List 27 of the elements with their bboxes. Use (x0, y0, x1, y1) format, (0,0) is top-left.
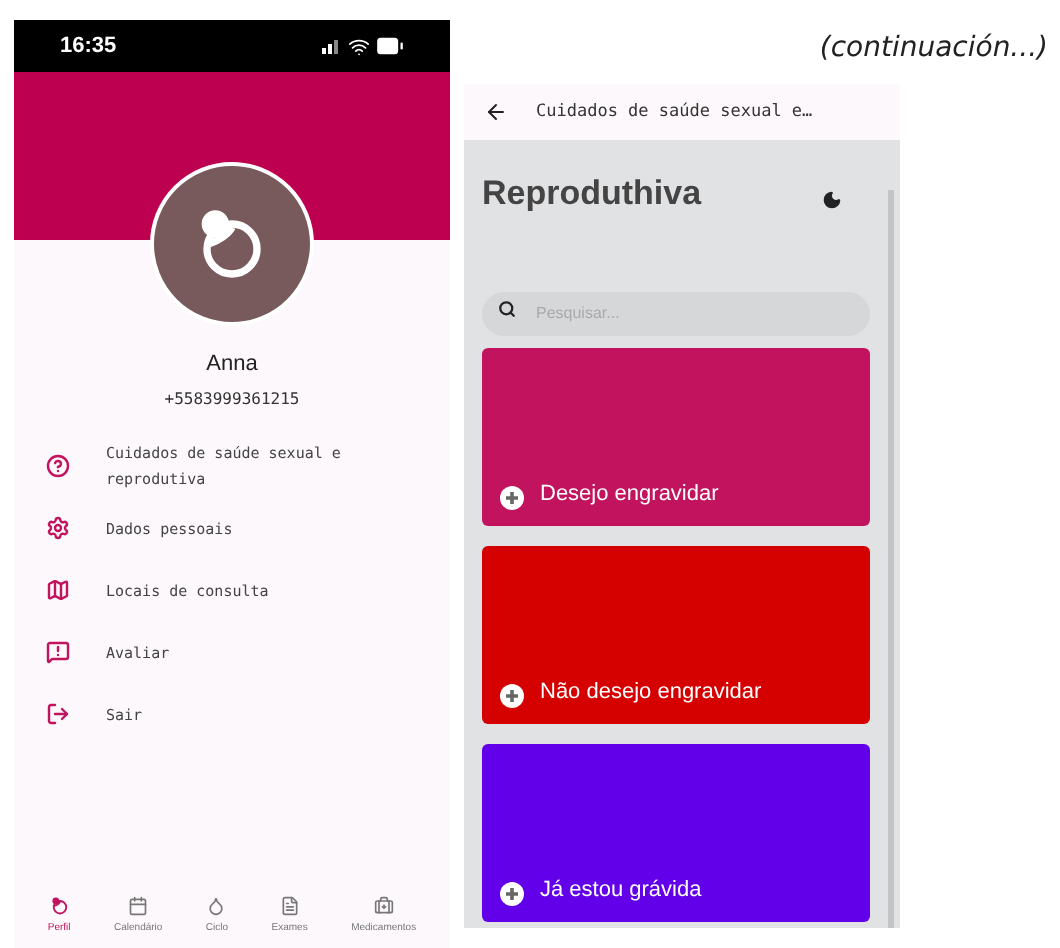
user-name: Anna (206, 350, 258, 380)
map-icon (46, 578, 70, 602)
user-phone: +5583999361215 (164, 387, 300, 411)
battery-icon (376, 32, 404, 60)
help-icon (46, 454, 70, 478)
moon-icon[interactable] (822, 190, 842, 210)
caption: (continuación...) (819, 30, 1048, 68)
drop-icon (206, 895, 227, 915)
calendar-icon (128, 895, 149, 915)
search-icon (498, 299, 516, 317)
gear-icon (46, 516, 70, 540)
medicine-icon (373, 895, 394, 915)
app-title: Reproduthiva (482, 172, 702, 216)
wifi-icon (348, 35, 370, 57)
app-bar-title: Cuidados de saúde sexual e… (536, 99, 813, 125)
category-card[interactable]: Desejo engravidar (482, 348, 870, 526)
add-icon (500, 882, 524, 906)
status-time: 16:35 (60, 31, 117, 62)
logout-icon (46, 702, 70, 726)
category-card[interactable]: Não desejo engravidar (482, 546, 870, 724)
add-icon (500, 486, 524, 510)
document-icon (279, 895, 300, 915)
feedback-icon (46, 640, 70, 664)
back-icon[interactable] (484, 100, 508, 124)
category-card[interactable]: Já estou grávida (482, 744, 870, 922)
add-icon (500, 684, 524, 708)
signal-icon (322, 38, 342, 54)
